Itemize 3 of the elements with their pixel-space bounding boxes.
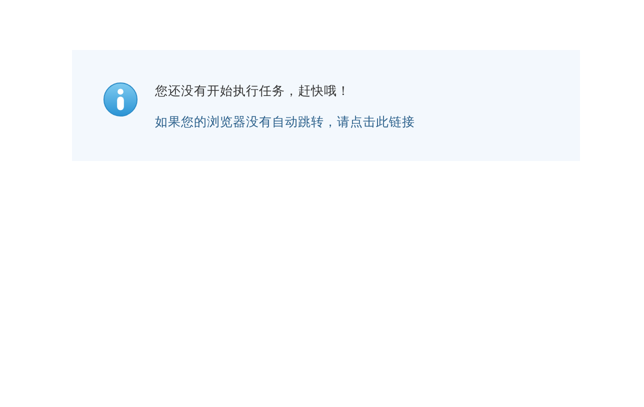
info-icon xyxy=(103,82,138,117)
notice-message: 您还没有开始执行任务，赶快哦！ xyxy=(155,83,350,99)
redirect-link[interactable]: 如果您的浏览器没有自动跳转，请点击此链接 xyxy=(155,114,415,130)
